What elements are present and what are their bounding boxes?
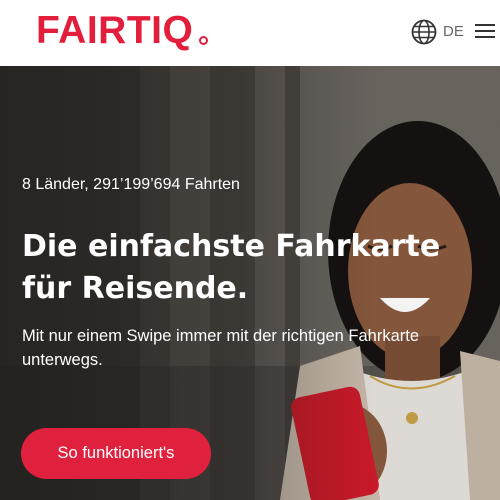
fairtiq-logo[interactable]: FAIRTIQ <box>36 8 193 54</box>
language-selector[interactable]: DE <box>443 22 464 42</box>
trip-statistics: 8 Länder, 291’199’694 Fahrten <box>22 176 240 193</box>
hero-subtitle: Mit nur einem Swipe immer mit der richti… <box>22 327 420 369</box>
globe-icon[interactable] <box>411 19 437 45</box>
hero-section: 8 Länder, 291’199’694 Fahrten Die einfac… <box>0 66 500 500</box>
hero-headline: Die einfachste Fahrkarte für Reisende. <box>22 229 441 306</box>
how-it-works-button[interactable]: So funktioniert's <box>21 428 211 479</box>
logo-dot <box>199 36 208 45</box>
site-header: FAIRTIQ DE <box>0 0 500 66</box>
hamburger-menu-icon[interactable] <box>475 22 497 40</box>
